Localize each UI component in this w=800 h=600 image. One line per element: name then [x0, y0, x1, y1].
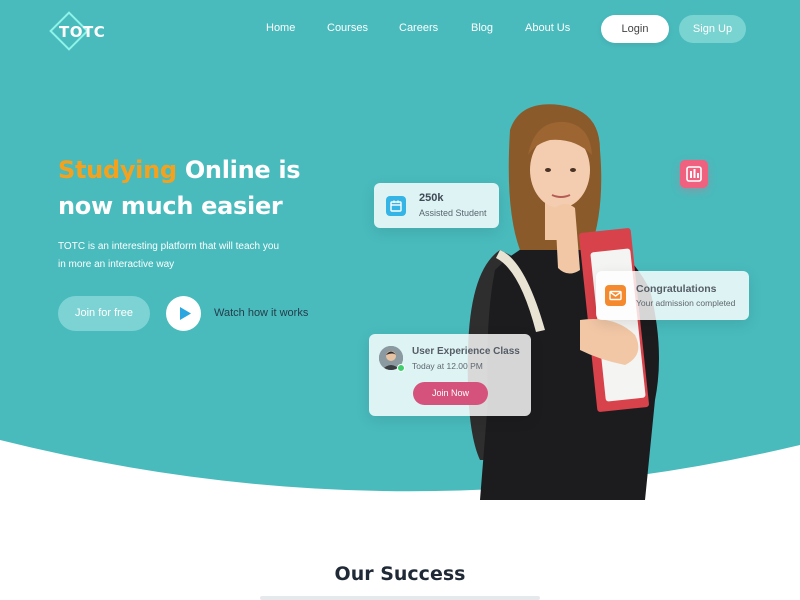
online-status-dot [397, 364, 405, 372]
nav-careers[interactable]: Careers [399, 22, 438, 34]
hero-headline: Studying Online is now much easier [58, 152, 358, 224]
nav-courses[interactable]: Courses [327, 22, 368, 34]
students-label: Assisted Student [419, 208, 487, 218]
chart-badge [680, 160, 708, 188]
students-count: 250k [419, 192, 444, 204]
mail-icon [605, 285, 626, 306]
logo-text: TOTC [59, 23, 106, 41]
section-subtitle-placeholder [260, 596, 540, 600]
section-title: Our Success [334, 563, 466, 585]
calendar-icon [386, 196, 406, 216]
congrats-text: Your admission completed [636, 298, 736, 308]
class-card: User Experience Class Today at 12.00 PM … [369, 334, 531, 416]
login-button[interactable]: Login [601, 15, 669, 43]
play-icon [180, 307, 191, 320]
nav-about-us[interactable]: About Us [525, 22, 570, 34]
headline-accent: Studying [58, 156, 177, 184]
nav-home[interactable]: Home [266, 22, 295, 34]
class-title: User Experience Class [412, 346, 520, 357]
join-for-free-button[interactable]: Join for free [58, 296, 150, 331]
logo[interactable]: TOTC [49, 11, 105, 51]
watch-how-it-works-link[interactable]: Watch how it works [214, 307, 308, 319]
signup-button[interactable]: Sign Up [679, 15, 746, 43]
congrats-title: Congratulations [636, 283, 717, 295]
bar-chart-icon [686, 166, 702, 182]
assisted-students-card: 250k Assisted Student [374, 183, 499, 228]
play-button[interactable] [166, 296, 201, 331]
class-time: Today at 12.00 PM [412, 361, 483, 371]
congratulations-card: Congratulations Your admission completed [596, 271, 749, 320]
nav-blog[interactable]: Blog [471, 22, 493, 34]
hero-subtext: TOTC is an interesting platform that wil… [58, 241, 280, 270]
join-now-button[interactable]: Join Now [413, 382, 488, 405]
